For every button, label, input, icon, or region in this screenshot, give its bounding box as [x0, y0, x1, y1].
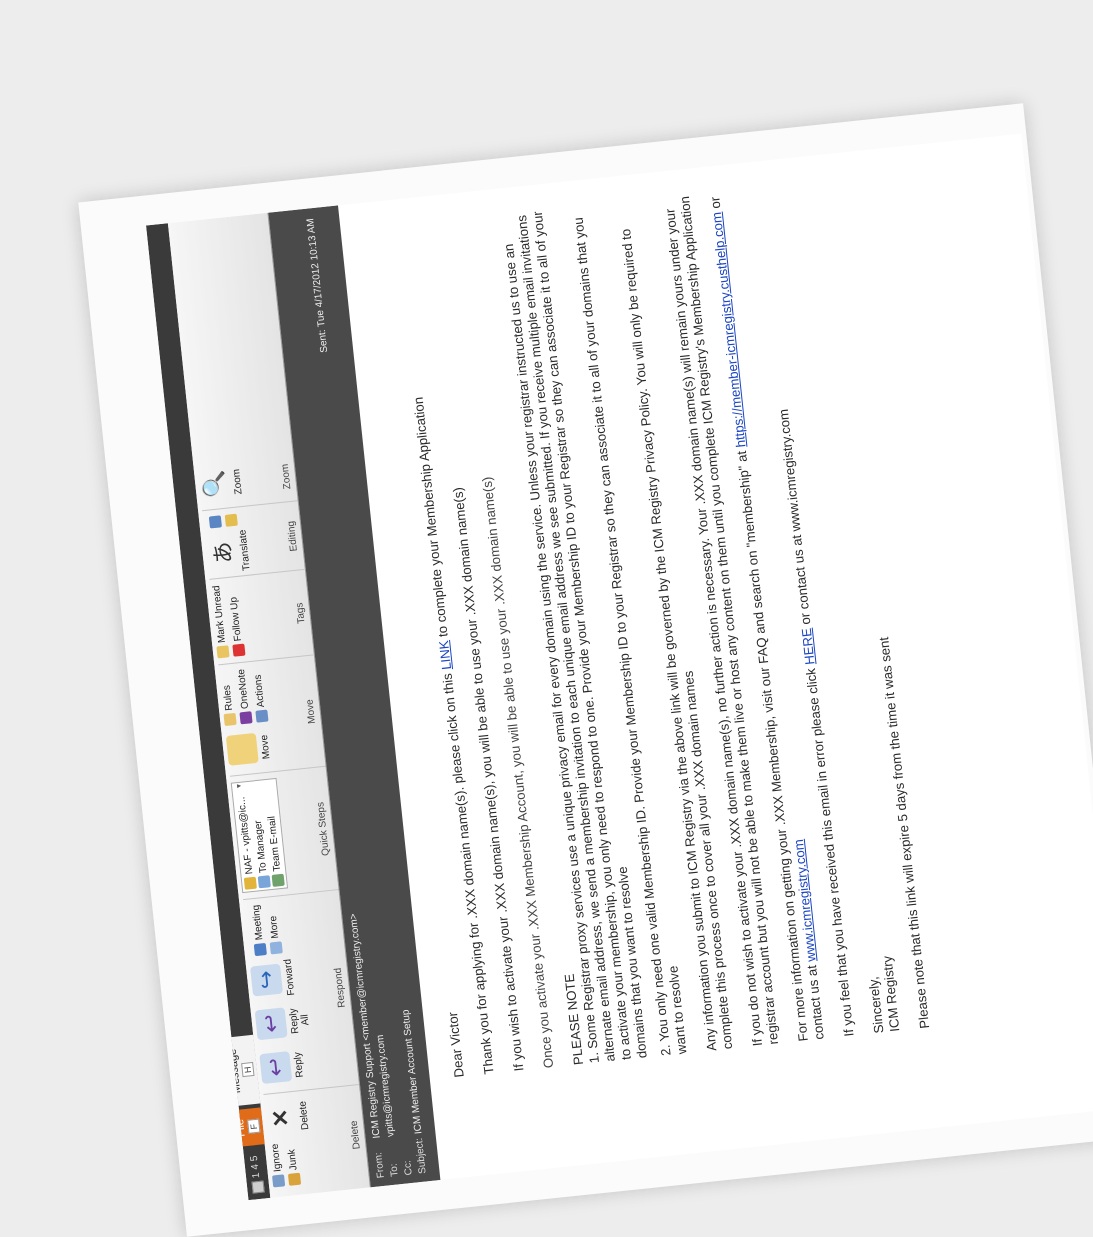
group-delete: Ignore Junk ✕ Delete Delete [263, 1083, 370, 1194]
move-button[interactable]: Move [225, 728, 273, 770]
envelope-icon [216, 645, 230, 659]
tab-message-label: Message [226, 1048, 244, 1094]
quick-step-icon [257, 875, 271, 889]
activation-link[interactable]: LINK [436, 640, 454, 671]
move-label: Move [258, 734, 273, 760]
translate-button[interactable]: あ Translate [205, 529, 253, 573]
subject-label: Subject: [413, 1137, 429, 1175]
actions-icon [255, 709, 269, 723]
reply-all-icon: ↩ [254, 1006, 288, 1040]
group-editing: あ Translate Editing [202, 500, 305, 580]
rules-button[interactable]: Rules [219, 670, 237, 727]
translate-label: Translate [237, 529, 253, 572]
qat-number: 5 [248, 1155, 261, 1162]
zoom-button[interactable]: 🔍 Zoom [198, 462, 246, 504]
qat-button[interactable] [251, 1180, 265, 1194]
find-icon [208, 515, 223, 529]
keytip-h: H [241, 1062, 255, 1078]
select-icon [224, 513, 238, 528]
find-button[interactable] [208, 515, 223, 529]
here-link[interactable]: HERE [799, 627, 818, 665]
tab-file[interactable]: File F [229, 1106, 265, 1148]
quick-step-icon [271, 873, 285, 887]
junk-button[interactable]: Junk [285, 1141, 302, 1186]
junk-icon [287, 1172, 302, 1186]
delete-button[interactable]: ✕ Delete [264, 1096, 312, 1138]
onenote-icon [239, 711, 253, 725]
zoom-label: Zoom [230, 468, 245, 495]
onenote-label: OneNote [235, 668, 251, 710]
reply-all-button[interactable]: ↩ Reply All [254, 1000, 313, 1044]
magnifier-icon: 🔍 [200, 469, 228, 500]
rules-label: Rules [221, 684, 235, 712]
meeting-button[interactable]: Meeting [250, 904, 267, 956]
chevron-down-icon[interactable]: ▾ [234, 784, 243, 789]
actions-label: Actions [252, 674, 267, 708]
keytip-f: F [247, 1119, 261, 1135]
more-label: More [267, 915, 281, 940]
meeting-label: Meeting [250, 904, 265, 941]
group-move: Move Rules OneNote Actions Move [218, 654, 326, 776]
forward-button[interactable]: ↪ Forward [250, 958, 298, 1000]
reply-button[interactable]: ↩ Reply [259, 1045, 307, 1087]
group-zoom: 🔍 Zoom Zoom [197, 451, 298, 511]
follow-up-label: Follow Up [227, 596, 244, 642]
quick-access-toolbar: 1 4 5 [249, 1155, 265, 1194]
group-tags: Mark Unread Follow Up Tags [209, 569, 314, 665]
rules-icon [223, 712, 237, 727]
translate-icon: あ [209, 540, 237, 565]
group-quick-steps: NAF - vpitts@ic... To Manager Team E-mai… [230, 765, 339, 900]
meeting-icon [253, 942, 267, 956]
onenote-button[interactable]: OneNote [235, 669, 253, 725]
printed-sheet: 1 4 5 File F Message H Ignore Junk ✕ Del… [78, 103, 1093, 1237]
reply-icon: ↩ [259, 1050, 293, 1084]
forward-label: Forward [282, 958, 298, 997]
email-screenshot: 1 4 5 File F Message H Ignore Junk ✕ Del… [146, 133, 1093, 1201]
ignore-button[interactable]: Ignore [269, 1143, 286, 1188]
flag-icon [232, 643, 246, 657]
select-button[interactable] [224, 513, 238, 528]
delete-label: Delete [297, 1100, 312, 1131]
sent-label: Sent: [316, 328, 331, 354]
mark-unread-label: Mark Unread [210, 584, 228, 644]
delete-icon: ✕ [267, 1107, 294, 1129]
more-button[interactable]: More [266, 903, 283, 955]
ignore-label: Ignore [269, 1143, 284, 1173]
folder-icon [225, 732, 259, 766]
reply-label: Reply [292, 1051, 306, 1079]
tab-file-label: File [233, 1118, 248, 1138]
error-text-end: or contact us at www.icmregistry.com [775, 408, 814, 630]
reply-all-label: Reply All [287, 1007, 312, 1035]
quick-steps-gallery[interactable]: NAF - vpitts@ic... To Manager Team E-mai… [230, 778, 289, 894]
actions-button[interactable]: Actions [251, 667, 269, 723]
qat-number: 4 [249, 1163, 262, 1171]
message-body: Dear Victor Thank you for applying for .… [337, 133, 1093, 1180]
qat-number: 1 [250, 1172, 263, 1179]
group-respond: ↩ Reply ↩ Reply All ↪ Forward Meeting More … [242, 889, 359, 1094]
ignore-icon [272, 1174, 286, 1188]
quick-step-icon [243, 876, 257, 890]
forward-icon: ↪ [250, 963, 284, 997]
more-icon [269, 940, 283, 955]
follow-up-button[interactable]: Follow Up [226, 583, 246, 657]
junk-label: Junk [285, 1148, 300, 1171]
